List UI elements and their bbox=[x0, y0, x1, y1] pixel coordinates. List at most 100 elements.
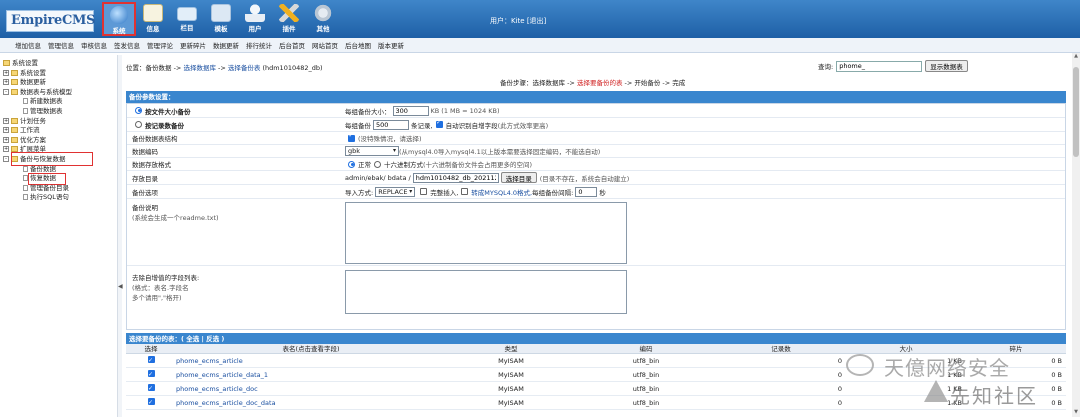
sidebar-tree: 系统设置 + 系统设置 + 数据更新 - 数据表与系统模型 新建数据表 管理数据表 +… bbox=[0, 55, 118, 417]
show-tables-button[interactable]: 显示数据表 bbox=[925, 60, 968, 72]
menu-manage-info[interactable]: 管理信息 bbox=[48, 40, 74, 50]
tree-root[interactable]: 系统设置 bbox=[3, 59, 117, 69]
page-icon bbox=[23, 184, 28, 191]
current-step: 选择要备份的表 bbox=[576, 79, 623, 87]
table-name-link[interactable]: phome_ecms_article_doc bbox=[176, 382, 446, 395]
interval-input[interactable] bbox=[575, 186, 598, 197]
table-name-link[interactable]: phome_ecms_article_data_1 bbox=[176, 368, 446, 381]
menu-sign-info[interactable]: 签发信息 bbox=[114, 40, 140, 50]
breadcrumb: 位置：备份数据 -> 选择数据库 -> 选择备份表 (hdm1010482_db… bbox=[126, 64, 323, 72]
menu-version-update[interactable]: 版本更新 bbox=[378, 40, 404, 50]
search-input[interactable] bbox=[836, 60, 923, 72]
tree-item-data-update[interactable]: + 数据更新 bbox=[3, 78, 117, 88]
nav-template[interactable]: 模板 bbox=[204, 2, 238, 36]
breadcrumb-select-table[interactable]: 选择备份表 bbox=[228, 64, 261, 72]
menu-site-home[interactable]: 网站首页 bbox=[312, 40, 338, 50]
tree-item-backup-restore[interactable]: - 备份与恢复数据 bbox=[3, 151, 93, 166]
user-info: 用户：Kite [退出] bbox=[490, 17, 547, 25]
table-search: 查询: 显示数据表 bbox=[818, 60, 968, 72]
expand-icon[interactable]: + bbox=[3, 117, 9, 124]
tree-item-new-table[interactable]: 新建数据表 bbox=[3, 97, 117, 107]
menu-rank-stats[interactable]: 排行统计 bbox=[246, 40, 272, 50]
nav-user[interactable]: 用户 bbox=[238, 2, 272, 36]
row-checkbox[interactable] bbox=[147, 396, 155, 410]
page-icon bbox=[23, 165, 28, 172]
menu-admin-map[interactable]: 后台地图 bbox=[345, 40, 371, 50]
plugin-icon bbox=[279, 4, 299, 22]
size-per-group-input[interactable] bbox=[392, 105, 429, 116]
expand-icon[interactable]: + bbox=[3, 127, 9, 134]
top-nav: 系统 信息 栏目 模板 用户 插件 其他 bbox=[102, 2, 340, 36]
nav-other[interactable]: 其他 bbox=[306, 2, 340, 36]
expand-icon[interactable]: + bbox=[3, 69, 9, 76]
tree-item-optimization[interactable]: + 优化方案 bbox=[3, 136, 117, 146]
table-name-link[interactable]: phome_ecms_article_doc_data bbox=[176, 396, 446, 409]
breadcrumb-select-db[interactable]: 选择数据库 bbox=[183, 64, 216, 72]
radio-by-size[interactable] bbox=[135, 106, 142, 114]
menu-add-info[interactable]: 增加信息 bbox=[15, 40, 41, 50]
logout-link[interactable]: [退出] bbox=[527, 17, 546, 25]
page-icon bbox=[23, 107, 28, 114]
tree-item-restore-data[interactable]: 恢复数据 bbox=[3, 173, 117, 186]
nav-column[interactable]: 栏目 bbox=[170, 2, 204, 36]
select-all-link[interactable]: 全选 bbox=[186, 335, 199, 343]
nav-plugin[interactable]: 插件 bbox=[272, 2, 306, 36]
username: Kite bbox=[511, 17, 525, 25]
row-checkbox[interactable] bbox=[147, 382, 155, 396]
row-exclude-fields: 去除自增值的字段列表: (格式：表名.字段名 多个请用","格开) bbox=[127, 266, 1065, 329]
menu-manage-comments[interactable]: 管理评论 bbox=[147, 40, 173, 50]
backup-structure-checkbox[interactable] bbox=[348, 132, 355, 142]
radio-by-record[interactable] bbox=[135, 120, 142, 128]
folder-icon bbox=[11, 69, 18, 76]
mysql40-checkbox[interactable] bbox=[461, 188, 469, 195]
tree-item-tables-models[interactable]: - 数据表与系统模型 bbox=[3, 88, 117, 98]
radio-store-hex[interactable] bbox=[374, 160, 381, 168]
tree-item-backup-data[interactable]: 备份数据 bbox=[3, 165, 117, 175]
menu-data-update[interactable]: 数据更新 bbox=[213, 40, 239, 50]
user-icon bbox=[245, 4, 265, 22]
encoding-select[interactable]: gbk bbox=[345, 146, 399, 156]
menu-admin-home[interactable]: 后台首页 bbox=[279, 40, 305, 50]
import-mode-select[interactable]: REPLACE bbox=[375, 186, 416, 197]
tree-item-manage-tables[interactable]: 管理数据表 bbox=[3, 107, 117, 117]
directory-input[interactable] bbox=[412, 172, 499, 183]
records-per-group-input[interactable] bbox=[373, 119, 409, 130]
auto-increment-checkbox[interactable] bbox=[435, 119, 443, 128]
tree-item-scheduled-tasks[interactable]: + 计划任务 bbox=[3, 117, 117, 127]
collapse-icon[interactable]: - bbox=[3, 88, 9, 95]
row-encoding: 数据编码 gbk(从mysql4.0导入mysql4.1以上版本需要选择固定编码… bbox=[127, 145, 1065, 158]
expand-icon[interactable]: + bbox=[3, 79, 9, 86]
tree-item-execute-sql[interactable]: 执行SQL语句 bbox=[3, 193, 117, 203]
row-checkbox[interactable] bbox=[147, 368, 155, 382]
select-directory-button[interactable]: 选择目录 bbox=[500, 172, 537, 183]
exclude-fields-textarea[interactable] bbox=[345, 270, 627, 314]
quick-menu: 增加信息 管理信息 审核信息 签发信息 管理评论 更新碎片 数据更新 排行统计 … bbox=[0, 38, 1080, 53]
scroll-thumb[interactable] bbox=[1073, 67, 1079, 157]
row-checkbox[interactable] bbox=[147, 354, 155, 368]
xianzhi-logo-icon bbox=[924, 380, 948, 402]
full-insert-checkbox[interactable] bbox=[420, 188, 428, 195]
row-description: 备份说明 (系统会生成一个readme.txt) bbox=[127, 199, 1065, 266]
row-by-record: 按记录数备份 每组备份条记录,自动识别自增字段(此方式效率更高) bbox=[127, 118, 1065, 132]
description-textarea[interactable] bbox=[345, 202, 627, 264]
backup-steps: 备份步骤：选择数据库 -> 选择要备份的表 -> 开始备份 -> 完成 bbox=[500, 79, 686, 87]
menu-review-info[interactable]: 审核信息 bbox=[81, 40, 107, 50]
folder-icon bbox=[11, 88, 18, 95]
collapse-icon[interactable]: - bbox=[3, 155, 9, 162]
folder-icon bbox=[177, 7, 197, 21]
expand-icon[interactable]: + bbox=[3, 136, 9, 143]
radio-store-normal[interactable] bbox=[348, 160, 355, 168]
globe-icon bbox=[110, 6, 128, 24]
scroll-up-icon[interactable]: ▲ bbox=[1072, 53, 1080, 61]
tree-item-manage-backup-dir[interactable]: 管理备份目录 bbox=[3, 184, 117, 194]
nav-info[interactable]: 信息 bbox=[136, 2, 170, 36]
tree-item-system-settings[interactable]: + 系统设置 bbox=[3, 69, 117, 79]
folder-icon bbox=[11, 117, 18, 124]
row-by-size: 按文件大小备份 每组备份大小：KB (1 MB = 1024 KB) bbox=[127, 104, 1065, 118]
expand-icon[interactable]: + bbox=[3, 146, 9, 153]
table-name-link[interactable]: phome_ecms_article bbox=[176, 354, 446, 367]
menu-update-fragments[interactable]: 更新碎片 bbox=[180, 40, 206, 50]
tree-item-workflow[interactable]: + 工作流 bbox=[3, 126, 117, 136]
nav-system[interactable]: 系统 bbox=[102, 2, 136, 36]
invert-selection-link[interactable]: 反选 bbox=[206, 335, 219, 343]
